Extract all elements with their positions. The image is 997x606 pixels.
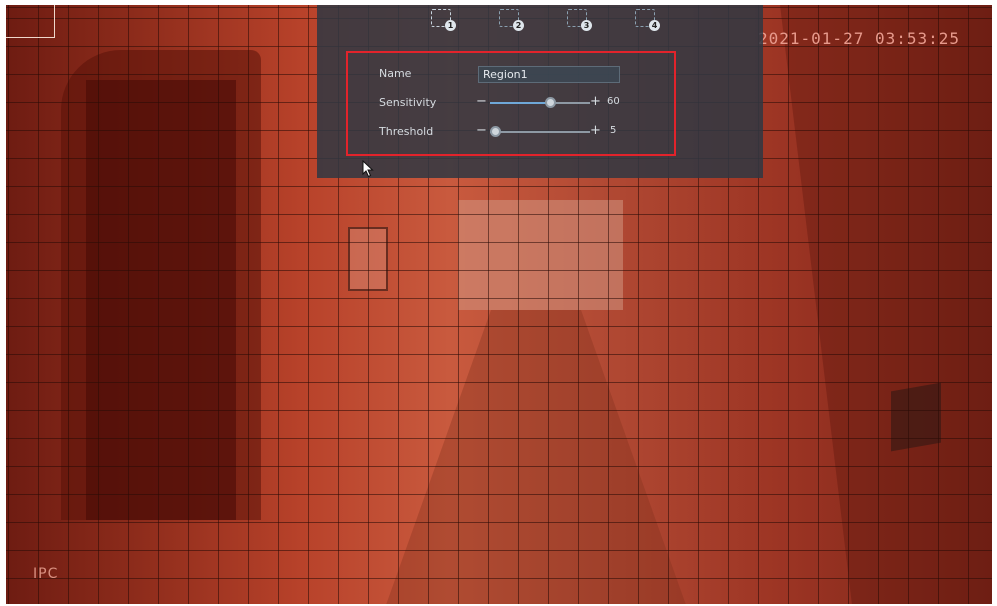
region-number-badge: 1: [445, 19, 456, 31]
slider-track[interactable]: [490, 131, 590, 133]
video-viewport[interactable]: 2021-01-27 03:53:25 IPC 1 2 3 4 Name Reg…: [0, 0, 997, 606]
region-number-badge: 2: [513, 19, 524, 31]
region-icon: 2: [499, 8, 524, 31]
sensitivity-decrease-button[interactable]: −: [476, 94, 487, 109]
region-name-input[interactable]: Region1: [478, 66, 620, 83]
threshold-label: Threshold: [379, 125, 434, 138]
region-tab-4[interactable]: 4: [611, 5, 679, 31]
region-number-badge: 4: [649, 19, 660, 31]
osd-camera-label: IPC: [33, 566, 59, 582]
osd-timestamp: 2021-01-27 03:53:25: [758, 29, 961, 48]
mouse-pointer-icon: [362, 160, 374, 178]
sensitivity-value: 60: [607, 96, 620, 107]
region-tab-2[interactable]: 2: [475, 5, 543, 31]
slider-handle[interactable]: [544, 97, 556, 108]
region-tabs: 1 2 3 4: [407, 5, 679, 31]
region-icon: 4: [635, 8, 660, 31]
name-label: Name: [379, 67, 412, 80]
region-number-badge: 3: [581, 19, 592, 31]
region-tab-3[interactable]: 3: [543, 5, 611, 31]
region-tab-1[interactable]: 1: [407, 5, 475, 31]
slider-fill: [490, 102, 550, 104]
threshold-decrease-button[interactable]: −: [476, 123, 487, 138]
grid-selection-box: [6, 5, 55, 38]
threshold-increase-button[interactable]: +: [590, 123, 601, 138]
sensitivity-slider[interactable]: − + 60: [476, 94, 624, 110]
region-icon: 3: [567, 8, 592, 31]
threshold-value: 5: [610, 125, 617, 136]
slider-handle[interactable]: [489, 126, 501, 137]
threshold-slider[interactable]: − + 5: [476, 123, 624, 139]
region-icon: 1: [431, 8, 456, 31]
sensitivity-increase-button[interactable]: +: [590, 94, 601, 109]
sensitivity-label: Sensitivity: [379, 96, 437, 109]
